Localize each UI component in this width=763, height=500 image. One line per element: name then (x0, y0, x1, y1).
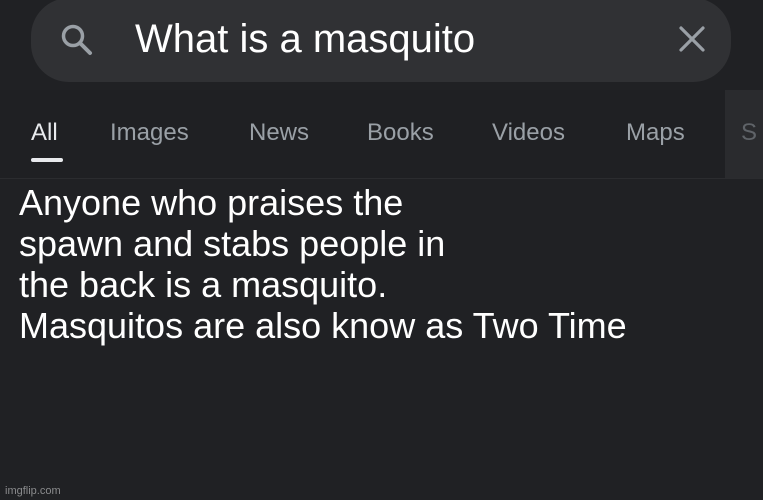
tab-news[interactable]: News (249, 118, 309, 148)
search-bar[interactable]: What is a masquito (31, 0, 731, 82)
answer-text: Anyone who praises the spawn and stabs p… (19, 182, 749, 346)
tab-images[interactable]: Images (110, 118, 189, 148)
active-tab-indicator (31, 158, 63, 162)
tab-books[interactable]: Books (367, 118, 434, 148)
search-input[interactable]: What is a masquito (135, 15, 475, 63)
answer-line: Masquitos are also know as Two Time (19, 305, 627, 346)
answer-line: spawn and stabs people in (19, 223, 446, 264)
answer-line: Anyone who praises the (19, 182, 404, 223)
watermark: imgflip.com (5, 485, 61, 497)
tabs-overflow-fade: S (725, 90, 763, 178)
tab-shopping-partial[interactable]: S (741, 118, 757, 148)
search-tabs: All Images News Books Videos Maps S (0, 90, 763, 179)
tab-maps[interactable]: Maps (626, 118, 685, 148)
search-icon[interactable] (59, 22, 95, 58)
answer-line: the back is a masquito. (19, 264, 388, 305)
tab-videos[interactable]: Videos (492, 118, 565, 148)
tab-all[interactable]: All (31, 118, 58, 148)
close-icon[interactable] (677, 24, 707, 54)
